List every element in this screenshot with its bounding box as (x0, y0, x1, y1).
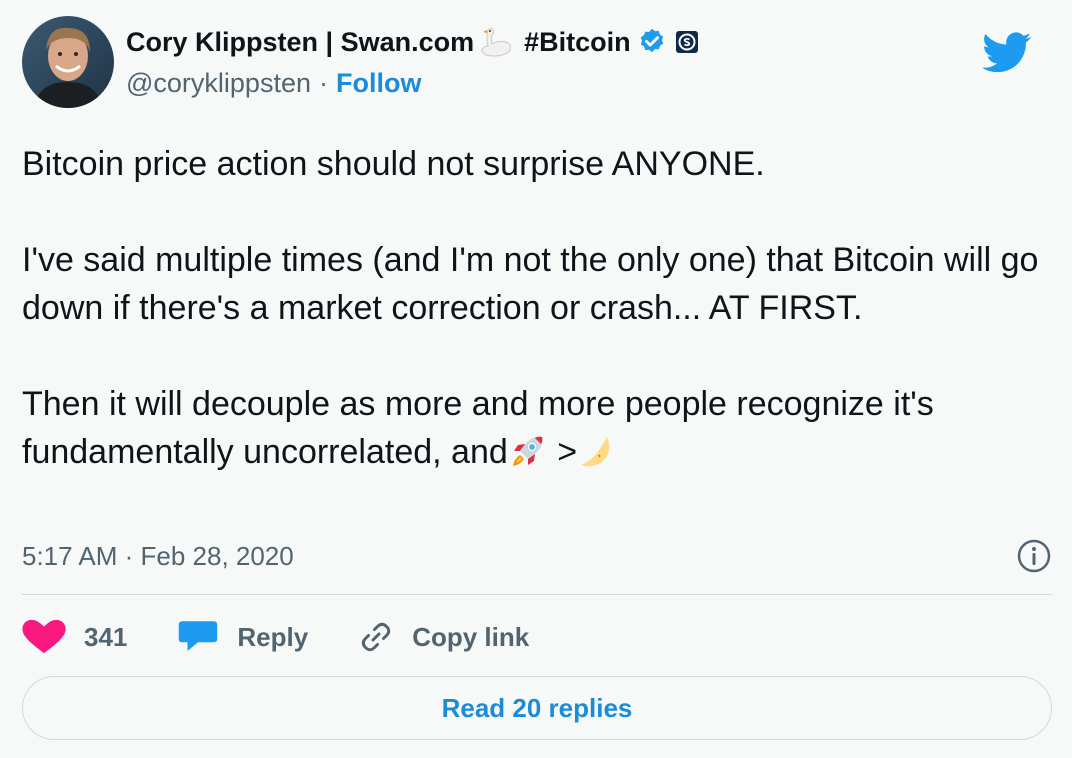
tweet-meta: 5:17 AM · Feb 28, 2020 (22, 536, 1052, 576)
tweet-actions: 341 Reply Copy link (22, 612, 579, 662)
swan-emoji-icon (478, 26, 514, 58)
display-name[interactable]: Cory Klippsten | Swan.com (126, 27, 474, 58)
avatar[interactable] (22, 16, 114, 108)
info-icon[interactable] (1016, 538, 1052, 574)
rocket-emoji-icon (508, 431, 548, 471)
heart-icon (22, 619, 66, 654)
affiliate-badge-icon[interactable] (675, 30, 699, 54)
read-replies-label: Read 20 replies (441, 692, 633, 723)
timestamp[interactable]: 5:17 AM · Feb 28, 2020 (22, 541, 294, 572)
hashtag[interactable]: #Bitcoin (524, 27, 631, 58)
link-icon (361, 622, 391, 652)
like-button[interactable]: 341 (22, 619, 127, 655)
divider (22, 594, 1052, 595)
crescent-moon-emoji-icon (577, 431, 617, 471)
copy-link-label: Copy link (412, 621, 530, 652)
reply-bubble-icon (179, 621, 218, 651)
tweet-paragraph-text: Then it will decouple as more and more p… (22, 385, 934, 471)
tweet-text: Bitcoin price action should not surprise… (22, 140, 1052, 476)
separator-dot: · (318, 67, 328, 98)
verified-badge-icon (637, 27, 667, 57)
tweet-paragraph-final: Then it will decouple as more and more p… (22, 380, 1052, 476)
embedded-tweet-card: Cory Klippsten | Swan.com #Bitcoin @cory… (0, 0, 1072, 758)
reply-label: Reply (237, 621, 309, 652)
name-row: Cory Klippsten | Swan.com #Bitcoin (126, 24, 699, 60)
follow-link[interactable]: Follow (336, 68, 421, 99)
tweet-line: Bitcoin price action should not surprise… (22, 145, 765, 183)
read-replies-button[interactable]: Read 20 replies (22, 676, 1052, 740)
tweet-arrow-text: > (547, 433, 578, 471)
handle-row: @coryklippsten · Follow (126, 66, 421, 100)
handle[interactable]: @coryklippsten (126, 68, 311, 99)
like-count: 341 (84, 621, 128, 652)
copy-link-button[interactable]: Copy link (358, 619, 529, 655)
tweet-header: Cory Klippsten | Swan.com #Bitcoin @cory… (22, 16, 1052, 112)
tweet-paragraph: I've said multiple times (and I'm not th… (22, 241, 1039, 327)
twitter-logo-icon[interactable] (982, 32, 1032, 74)
reply-button[interactable]: Reply (177, 619, 308, 655)
